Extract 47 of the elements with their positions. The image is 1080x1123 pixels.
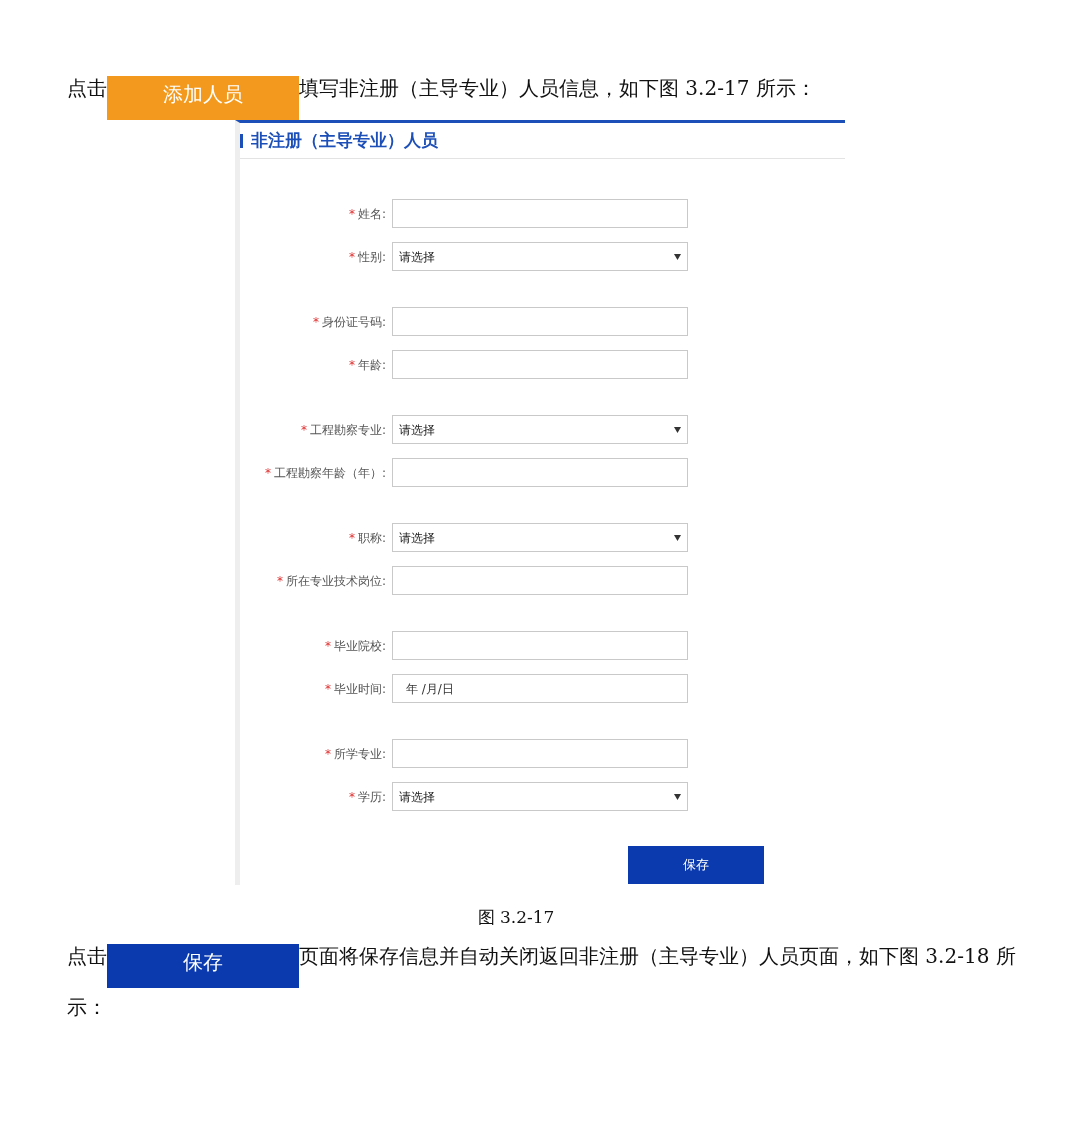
input-field[interactable] [392, 566, 688, 595]
caret-icon [674, 253, 681, 260]
required-asterisk: * [348, 788, 355, 806]
required-asterisk: * [276, 572, 283, 590]
select-field[interactable]: 请选择 [392, 782, 688, 811]
field-label: 工程勘察专业: [309, 421, 386, 439]
caret-icon [674, 426, 681, 433]
field-label: 毕业院校: [333, 637, 386, 655]
required-asterisk: * [300, 421, 307, 439]
action-button[interactable]: 保存 [107, 943, 299, 988]
title-bar-icon [240, 133, 243, 148]
field-label: 职称: [357, 529, 386, 547]
instruction-text: 点击 添加人员 填写非注册（主导专业）人员信息，如下图 3.2-17 所示： [67, 69, 1020, 120]
required-asterisk: * [264, 464, 271, 482]
field-label: 所学专业: [333, 745, 386, 763]
field-label: 工程勘察年龄（年）: [273, 464, 386, 482]
field-label: 性别: [357, 248, 386, 266]
caret-icon [674, 793, 681, 800]
select-field[interactable]: 请选择 [392, 242, 688, 271]
caret-icon [674, 534, 681, 541]
required-asterisk: * [348, 356, 355, 374]
input-field[interactable] [392, 739, 688, 768]
instruction-text: 点击 保存 页面将保存信息并自动关闭返回非注册（主导专业）人员页面，如下图 3.2-18 所示： [67, 942, 1017, 1021]
input-field[interactable] [392, 350, 688, 379]
field-label: 身份证号码: [321, 313, 386, 331]
field-label: 毕业时间: [333, 680, 386, 698]
field-label: 学历: [357, 788, 386, 806]
figure-caption: 图 3.2-17 [476, 906, 556, 929]
required-asterisk: * [324, 680, 331, 698]
input-field[interactable] [392, 307, 688, 336]
input-field[interactable] [392, 458, 688, 487]
input-field[interactable] [392, 631, 688, 660]
required-asterisk: * [324, 637, 331, 655]
select-field[interactable]: 请选择 [392, 523, 688, 552]
save-button[interactable]: 保存 [628, 845, 764, 884]
required-asterisk: * [348, 248, 355, 266]
select-field[interactable]: 请选择 [392, 415, 688, 444]
required-asterisk: * [348, 205, 355, 223]
panel-title: 非注册（主导专业）人员 [251, 128, 438, 152]
required-asterisk: * [348, 529, 355, 547]
required-asterisk: * [324, 745, 331, 763]
input-field[interactable] [392, 199, 688, 228]
required-asterisk: * [312, 313, 319, 331]
field-label: 姓名: [357, 205, 386, 223]
field-label: 所在专业技术岗位: [285, 572, 386, 590]
field-label: 年龄: [357, 356, 386, 374]
date-field[interactable]: 年 /月/日 [392, 674, 688, 703]
